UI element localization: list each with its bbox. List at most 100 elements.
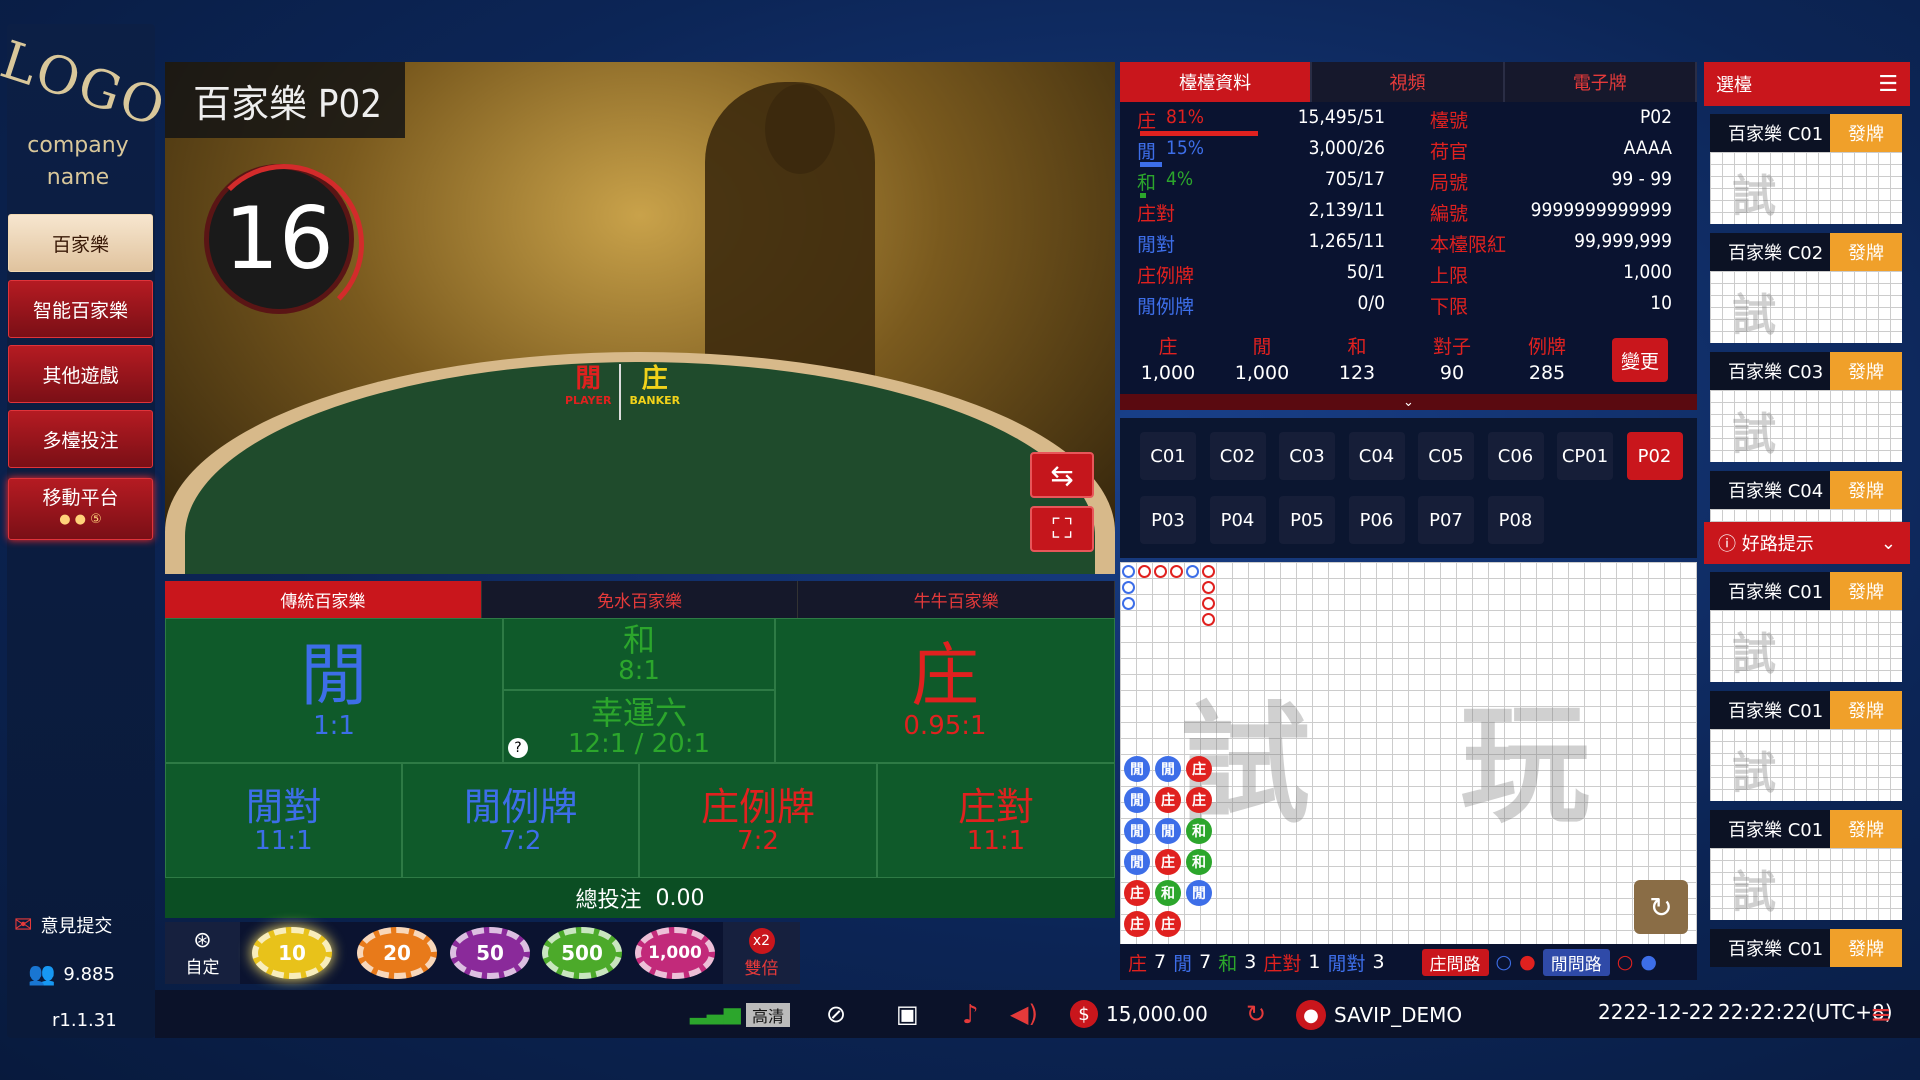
player-ask-button[interactable]: 閒問路 xyxy=(1542,948,1610,976)
bet-player-pair[interactable]: 閒對 11:1 xyxy=(165,763,402,878)
bead-marker: 庄 xyxy=(1186,756,1212,782)
feedback-link[interactable]: ✉ 意見提交 xyxy=(14,912,112,938)
stat-label: 閒例牌 xyxy=(1137,296,1195,318)
stake-label: 對子 xyxy=(1432,336,1471,358)
tab-table-info[interactable]: 檯檯資料 xyxy=(1120,62,1313,102)
felt-banker-cn: 庄 xyxy=(641,364,668,394)
table-button-p02[interactable]: P02 xyxy=(1626,432,1683,480)
stake-item: 例牌 285 xyxy=(1507,334,1587,386)
total-bet: 總投注 0.00 xyxy=(165,878,1115,918)
deal-status: 發牌 xyxy=(1830,352,1902,390)
footer-tie-value: 3 xyxy=(1244,951,1257,973)
table-button-c01[interactable]: C01 xyxy=(1140,432,1196,480)
name-label: name xyxy=(46,165,110,190)
chip-500[interactable]: 500 xyxy=(542,927,622,979)
table-button-p03[interactable]: P03 xyxy=(1140,496,1196,544)
company-name: company name xyxy=(18,130,138,194)
video-off-icon[interactable]: ⊘ xyxy=(826,1000,846,1028)
tab-e-cards[interactable]: 電子牌 xyxy=(1505,62,1697,102)
felt-banker: 庄 BANKER xyxy=(629,364,680,407)
chip-20[interactable]: 20 xyxy=(357,927,437,979)
refresh-icon[interactable]: ↻ xyxy=(1246,1000,1266,1028)
bead-marker: 閒 xyxy=(1155,818,1181,844)
stake-label: 閒 xyxy=(1252,336,1272,358)
help-icon[interactable]: ? xyxy=(508,738,528,758)
stat-pct: 81% xyxy=(1166,106,1204,128)
table-button-c05[interactable]: C05 xyxy=(1418,432,1474,480)
tab-video[interactable]: 視頻 xyxy=(1312,62,1505,102)
footer-player-label: 閒 xyxy=(1173,952,1193,975)
info-value: 99 - 99 xyxy=(1611,168,1672,190)
swap-icon[interactable]: ⇆ xyxy=(1030,452,1094,498)
sidebar-item-baccarat[interactable]: 百家樂 xyxy=(8,214,153,272)
mini-road: 試玩 xyxy=(1710,390,1902,462)
table-button-p08[interactable]: P08 xyxy=(1487,496,1544,544)
camera-icon[interactable]: ▣ xyxy=(896,1000,919,1028)
table-button-p05[interactable]: P05 xyxy=(1279,496,1335,544)
chip-1000[interactable]: 1,000 xyxy=(635,927,715,979)
tab-classic[interactable]: 傳統百家樂 xyxy=(165,581,482,618)
road-toggle-icon[interactable]: ↻ xyxy=(1634,880,1688,934)
good-road-hint-bar[interactable]: ⓘ 好路提示 ⌄ xyxy=(1704,522,1910,564)
table-button-c03[interactable]: C03 xyxy=(1279,432,1335,480)
footer-player-value: 7 xyxy=(1199,951,1212,973)
table-button-c04[interactable]: C04 xyxy=(1348,432,1405,480)
chevron-down-icon[interactable]: ⌄ xyxy=(1120,394,1697,410)
change-button[interactable]: 變更 xyxy=(1612,338,1668,382)
bet-tie[interactable]: 和 8:1 xyxy=(503,618,775,690)
bet-lucky-six[interactable]: 幸運六 12:1 / 20:1 ? xyxy=(503,690,775,763)
sidebar-item-other-games[interactable]: 其他遊戲 xyxy=(8,345,153,403)
double-button[interactable]: x2 雙倍 xyxy=(723,922,800,984)
mini-road-watermark: 試玩 xyxy=(1732,867,1820,918)
sidebar-item-mobile[interactable]: 移動平台 ● ● ⑤ xyxy=(8,478,153,540)
bet-banker-natural[interactable]: 庄例牌 7:2 xyxy=(639,763,877,878)
custom-chip-button[interactable]: ⊛ 自定 xyxy=(165,922,240,984)
stake-value: 123 xyxy=(1338,362,1376,384)
bet-banker-name: 庄 xyxy=(910,636,979,716)
bet-banker-pair[interactable]: 庄對 11:1 xyxy=(877,763,1115,878)
deal-status: 發牌 xyxy=(1830,572,1902,610)
stake-label: 例牌 xyxy=(1527,336,1566,358)
table-button-p04[interactable]: P04 xyxy=(1209,496,1266,544)
mini-road: 試玩 xyxy=(1710,729,1902,801)
username: SAVIP_DEMO xyxy=(1334,1003,1463,1027)
bead-marker: 閒 xyxy=(1124,849,1150,875)
sidebar-item-smart-baccarat[interactable]: 智能百家樂 xyxy=(8,280,153,338)
filter-icon[interactable]: ☰ xyxy=(1878,72,1898,97)
info-label: 檯號 xyxy=(1430,110,1469,132)
feedback-label: 意見提交 xyxy=(40,916,113,937)
table-button-cp01[interactable]: CP01 xyxy=(1557,432,1613,480)
big-road-ring xyxy=(1170,565,1183,578)
bet-player-natural[interactable]: 閒例牌 7:2 xyxy=(402,763,639,878)
bet-board: 閒 1:1 和 8:1 幸運六 12:1 / 20:1 ? 庄 0.95:1 閒… xyxy=(165,618,1115,918)
table-button-p06[interactable]: P06 xyxy=(1348,496,1405,544)
tab-no-commission[interactable]: 免水百家樂 xyxy=(482,581,799,618)
bet-player-pair-name: 閒對 xyxy=(245,784,322,829)
mini-road: 試玩 xyxy=(1710,848,1902,920)
table-list-header: 選檯 ☰ xyxy=(1704,62,1910,106)
bead-marker: 閒 xyxy=(1186,880,1212,906)
chip-10[interactable]: 10 xyxy=(252,927,332,979)
table-button-p07[interactable]: P07 xyxy=(1418,496,1474,544)
sidebar-item-multi-table[interactable]: 多檯投注 xyxy=(8,410,153,468)
volume-icon[interactable]: ◀) xyxy=(1010,1000,1038,1028)
table-button-c06[interactable]: C06 xyxy=(1487,432,1544,480)
music-icon[interactable]: ♪ xyxy=(962,1000,979,1030)
fullscreen-icon[interactable]: ⛶ xyxy=(1030,506,1094,552)
stake-value: 90 xyxy=(1439,362,1465,384)
stat-value: 0/0 xyxy=(1357,292,1385,314)
tab-bull-bull[interactable]: 牛牛百家樂 xyxy=(798,581,1116,618)
mini-road-watermark: 試玩 xyxy=(1732,290,1820,341)
info-value: 99,999,999 xyxy=(1574,230,1672,252)
bet-player[interactable]: 閒 1:1 xyxy=(165,618,503,763)
bet-banker[interactable]: 庄 0.95:1 xyxy=(775,618,1115,763)
stat-value: 15,495/51 xyxy=(1297,106,1385,128)
stake-label: 和 xyxy=(1347,336,1367,358)
dot-icon: ● xyxy=(1519,951,1536,973)
big-road-ring xyxy=(1138,565,1151,578)
banker-ask-button[interactable]: 庄問路 xyxy=(1421,948,1489,976)
chip-50[interactable]: 50 xyxy=(450,927,530,979)
menu-icon[interactable]: ≡ xyxy=(1870,1000,1892,1030)
table-button-c02[interactable]: C02 xyxy=(1209,432,1266,480)
quality-toggle[interactable]: 高清 xyxy=(746,1003,791,1027)
